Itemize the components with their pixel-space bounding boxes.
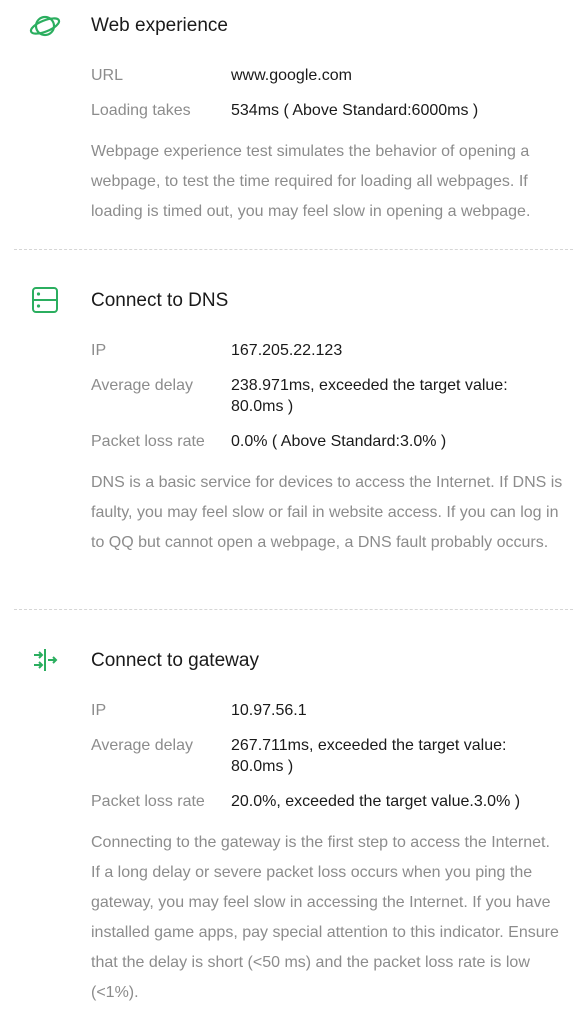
dns-ip-value: 167.205.22.123 xyxy=(231,342,343,359)
web-experience-description: Webpage experience test simulates the be… xyxy=(91,143,531,220)
divider xyxy=(14,249,573,250)
dns-loss-label: Packet loss rate xyxy=(91,433,205,450)
gateway-delay-value: 267.711ms, exceeded the target value: 80… xyxy=(231,737,507,775)
gateway-loss-label: Packet loss rate xyxy=(91,793,205,810)
web-experience-title: Web experience xyxy=(91,15,228,36)
url-value: www.google.com xyxy=(231,67,352,84)
divider xyxy=(14,609,573,610)
server-icon xyxy=(28,283,62,317)
dns-loss-value: 0.0% ( Above Standard:3.0% ) xyxy=(231,433,447,450)
loading-value: 534ms ( Above Standard:6000ms ) xyxy=(231,102,479,119)
gateway-title: Connect to gateway xyxy=(91,650,259,671)
gateway-ip-value: 10.97.56.1 xyxy=(231,702,307,719)
gateway-delay-label: Average delay xyxy=(91,737,193,754)
dns-title: Connect to DNS xyxy=(91,290,229,311)
dns-description: DNS is a basic service for devices to ac… xyxy=(91,474,563,551)
planet-icon xyxy=(28,9,62,43)
gateway-description: Connecting to the gateway is the first s… xyxy=(91,834,559,1001)
gateway-ip-label: IP xyxy=(91,702,107,719)
dns-delay-value: 238.971ms, exceeded the target value: 80… xyxy=(231,377,508,415)
url-label: URL xyxy=(91,67,124,84)
gateway-loss-value: 20.0%, exceeded the target value.3.0% ) xyxy=(231,793,521,810)
dns-delay-label: Average delay xyxy=(91,377,193,394)
gateway-arrows-icon xyxy=(28,643,62,677)
loading-label: Loading takes xyxy=(91,102,191,119)
dns-ip-label: IP xyxy=(91,342,107,359)
